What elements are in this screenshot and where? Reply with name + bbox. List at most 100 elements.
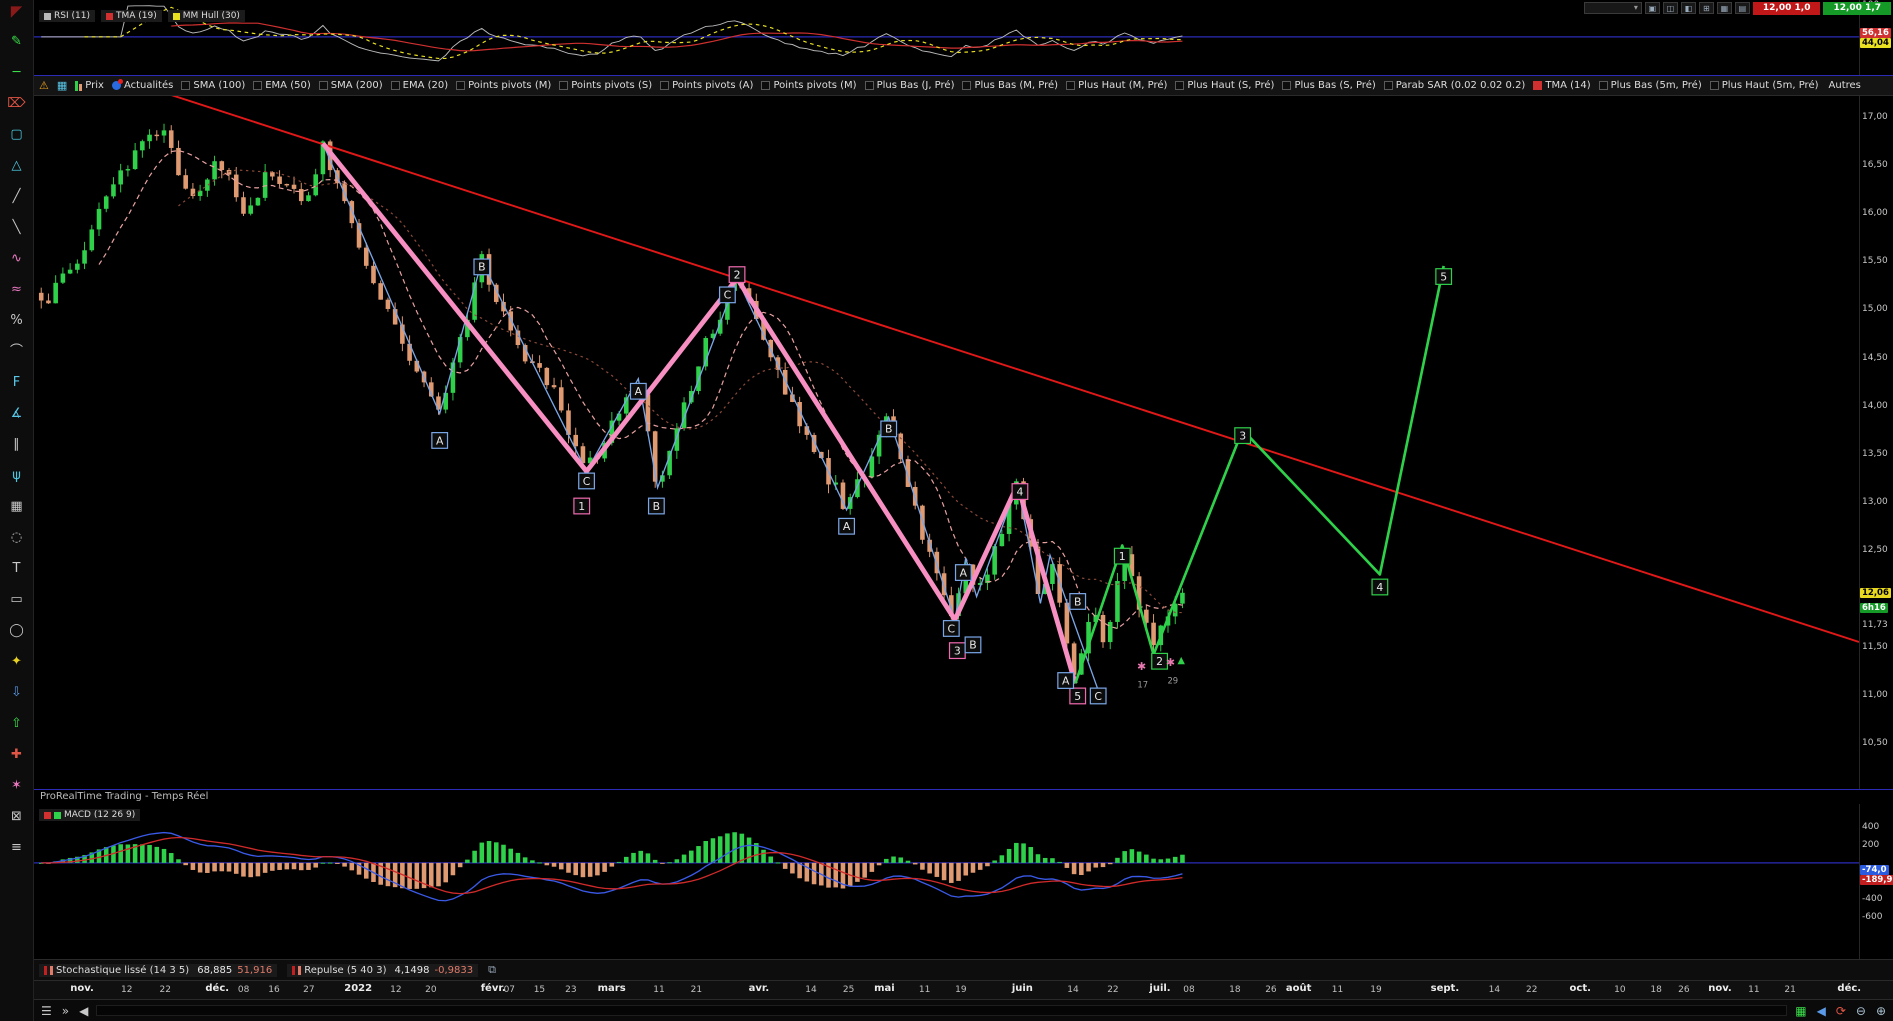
- alerts-icon[interactable]: ⚠: [39, 79, 49, 92]
- wave-label-b[interactable]: B: [964, 636, 982, 654]
- horizontal-line-tool-icon[interactable]: ─: [6, 64, 28, 82]
- buy-button[interactable]: 12,00 1,7: [1823, 1, 1891, 15]
- chart-options-dropdown[interactable]: ▾: [1583, 2, 1642, 14]
- wave-label-b[interactable]: B: [647, 497, 665, 515]
- cycle-lines-tool-icon[interactable]: ◌: [6, 529, 28, 547]
- indicator-checkbox-item[interactable]: Plus Bas (S, Pré): [1282, 80, 1376, 91]
- zoom-out-icon[interactable]: ⊖: [1854, 1004, 1868, 1018]
- delete-drawing-icon[interactable]: ⌦: [6, 95, 28, 113]
- draw-pencil-icon[interactable]: ✎: [6, 33, 28, 51]
- star-marker-icon[interactable]: ✶: [6, 777, 28, 795]
- indicator-checkbox-item[interactable]: Plus Haut (5m, Pré): [1709, 80, 1819, 91]
- indicator-checkbox-item[interactable]: Points pivots (A): [660, 80, 753, 91]
- time-axis[interactable]: nov. 12 22 déc. 08 16 27 2022 12 20 févr. 07 15 23 mar…: [34, 981, 1893, 1000]
- indicator-checkbox-item[interactable]: Plus Bas (J, Pré): [864, 80, 954, 91]
- note-tool-icon[interactable]: ▭: [6, 591, 28, 609]
- panel-expand-icon[interactable]: »: [60, 1004, 71, 1018]
- indicator-checkbox-item[interactable]: Points pivots (M): [761, 80, 857, 91]
- select-zone-tool-icon[interactable]: ▢: [6, 126, 28, 144]
- layout-wide-button[interactable]: ▤: [1734, 2, 1750, 14]
- horizontal-scrollbar[interactable]: [96, 1005, 1788, 1016]
- drawing-menu-icon[interactable]: ≡: [6, 839, 28, 857]
- arrow-up-marker-icon[interactable]: ⇧: [6, 715, 28, 733]
- layout-three-charts-button[interactable]: ◧: [1680, 2, 1696, 14]
- wave-label-5[interactable]: 5: [1069, 687, 1087, 705]
- arc-tool-icon[interactable]: ⌒: [6, 343, 28, 361]
- price-axis[interactable]: 17,00 16,50 16,00 15,50 15,00 14,50 14,00 13,50…: [1859, 96, 1893, 789]
- wave-label-3[interactable]: 3: [1234, 427, 1252, 445]
- detach-panel-icon[interactable]: ⧉: [488, 963, 496, 977]
- zigzag-tool-icon[interactable]: ∿: [6, 250, 28, 268]
- fibonacci-retracement-tool-icon[interactable]: F: [6, 374, 28, 392]
- indicator-legend-item[interactable]: RSI (11): [39, 10, 95, 22]
- percent-retracement-tool-icon[interactable]: %: [6, 312, 28, 330]
- zoom-in-icon[interactable]: ⊕: [1874, 1004, 1888, 1018]
- wave-label-c[interactable]: C: [578, 472, 595, 490]
- ray-line-tool-icon[interactable]: ╲: [6, 219, 28, 237]
- wave-label-b[interactable]: B: [1069, 593, 1087, 610]
- macd-chart[interactable]: [34, 804, 1859, 959]
- gann-grid-tool-icon[interactable]: ▦: [6, 498, 28, 516]
- indicator-checkbox-item[interactable]: Plus Bas (M, Pré): [962, 80, 1058, 91]
- wave-label-5[interactable]: 5: [1435, 268, 1453, 285]
- reload-chart-icon[interactable]: ⟳: [1834, 1004, 1848, 1018]
- triangle-pattern-tool-icon[interactable]: △: [6, 157, 28, 175]
- panel-menu-icon[interactable]: ☰: [39, 1004, 54, 1018]
- indicator-legend-item[interactable]: MACD (12 26 9): [39, 809, 141, 821]
- chart-display-settings-icon[interactable]: ▦: [57, 79, 67, 92]
- price-series-toggle[interactable]: Prix: [75, 80, 104, 91]
- indicator-checkbox-item[interactable]: Plus Haut (M, Pré): [1066, 80, 1167, 91]
- ellipse-tool-icon[interactable]: ◯: [6, 622, 28, 640]
- cross-marker-icon[interactable]: ✚: [6, 746, 28, 764]
- layout-four-charts-button[interactable]: ⊞: [1698, 2, 1714, 14]
- projection-wave-line[interactable]: [1074, 265, 1445, 684]
- chart-grid-icon[interactable]: ▦: [1793, 1004, 1808, 1018]
- scroll-left-icon[interactable]: ◀: [77, 1004, 90, 1018]
- wave-label-b[interactable]: B: [880, 420, 898, 438]
- wave-label-4[interactable]: 4: [1011, 483, 1029, 500]
- wave-label-a[interactable]: A: [838, 517, 856, 535]
- fibonacci-fan-tool-icon[interactable]: ∡: [6, 405, 28, 423]
- indicator-legend-item[interactable]: TMA (19): [100, 10, 162, 22]
- elliott-impulse-line[interactable]: [321, 141, 1078, 685]
- wave-label-c[interactable]: C: [942, 620, 960, 637]
- price-chart[interactable]: 12345ABCABCABCABABC12345✱ ✱ ▲17 29: [34, 96, 1859, 789]
- wave-label-1[interactable]: 1: [573, 497, 591, 515]
- wave-label-1[interactable]: 1: [1113, 547, 1131, 565]
- layout-grid-button[interactable]: ▦: [1716, 2, 1732, 14]
- andrews-pitchfork-tool-icon[interactable]: ψ: [6, 467, 28, 485]
- wave-label-2[interactable]: 2: [728, 266, 746, 284]
- layout-two-charts-button[interactable]: ◫: [1662, 2, 1678, 14]
- parallel-channel-tool-icon[interactable]: ∥: [6, 436, 28, 454]
- wave-label-3[interactable]: 3: [948, 642, 966, 660]
- layout-single-chart-button[interactable]: ▣: [1644, 2, 1660, 14]
- pan-back-icon[interactable]: ◀: [1815, 1004, 1828, 1018]
- indicator-status-item[interactable]: Stochastique lissé (14 3 5) 68,885 51,916: [39, 963, 278, 977]
- elliott-wave-tool-icon[interactable]: ≈: [6, 281, 28, 299]
- wave-label-a[interactable]: A: [954, 564, 972, 581]
- indicator-checkbox-item[interactable]: Plus Bas (5m, Pré): [1598, 80, 1702, 91]
- macd-axis[interactable]: 400 200 -400 -600 -74,0 -189,9: [1859, 804, 1893, 959]
- indicator-checkbox-item[interactable]: Points pivots (S): [559, 80, 652, 91]
- trend-line-tool-icon[interactable]: ╱: [6, 188, 28, 206]
- text-tool-icon[interactable]: T: [6, 560, 28, 578]
- indicator-checkbox-item[interactable]: EMA (20): [390, 80, 448, 91]
- sell-button[interactable]: 12,00 1,0: [1752, 1, 1821, 15]
- indicator-checkbox-item[interactable]: EMA (50): [253, 80, 311, 91]
- indicator-checkbox-item[interactable]: Points pivots (M): [456, 80, 551, 91]
- indicator-checkbox-item[interactable]: SMA (100): [181, 80, 245, 91]
- wave-label-c[interactable]: C: [1089, 687, 1107, 705]
- wave-label-a[interactable]: A: [431, 432, 449, 449]
- wave-label-4[interactable]: 4: [1371, 578, 1389, 596]
- more-indicators-button[interactable]: Autres: [1829, 80, 1861, 91]
- wave-label-a[interactable]: A: [1057, 672, 1075, 689]
- indicator-checkbox-item[interactable]: Parab SAR (0.02 0.02 0.2): [1383, 80, 1525, 91]
- lock-drawings-icon[interactable]: ⊠: [6, 808, 28, 826]
- wave-label-a[interactable]: A: [629, 382, 647, 400]
- indicator-checkbox-item[interactable]: Plus Haut (S, Pré): [1175, 80, 1274, 91]
- indicator-status-item[interactable]: Repulse (5 40 3) 4,1498 -0,9833: [287, 963, 479, 977]
- indicator-checkbox-item[interactable]: TMA (14): [1533, 80, 1591, 91]
- arrow-down-marker-icon[interactable]: ⇩: [6, 684, 28, 702]
- wave-label-b[interactable]: B: [473, 258, 491, 276]
- highlight-tool-icon[interactable]: ✦: [6, 653, 28, 671]
